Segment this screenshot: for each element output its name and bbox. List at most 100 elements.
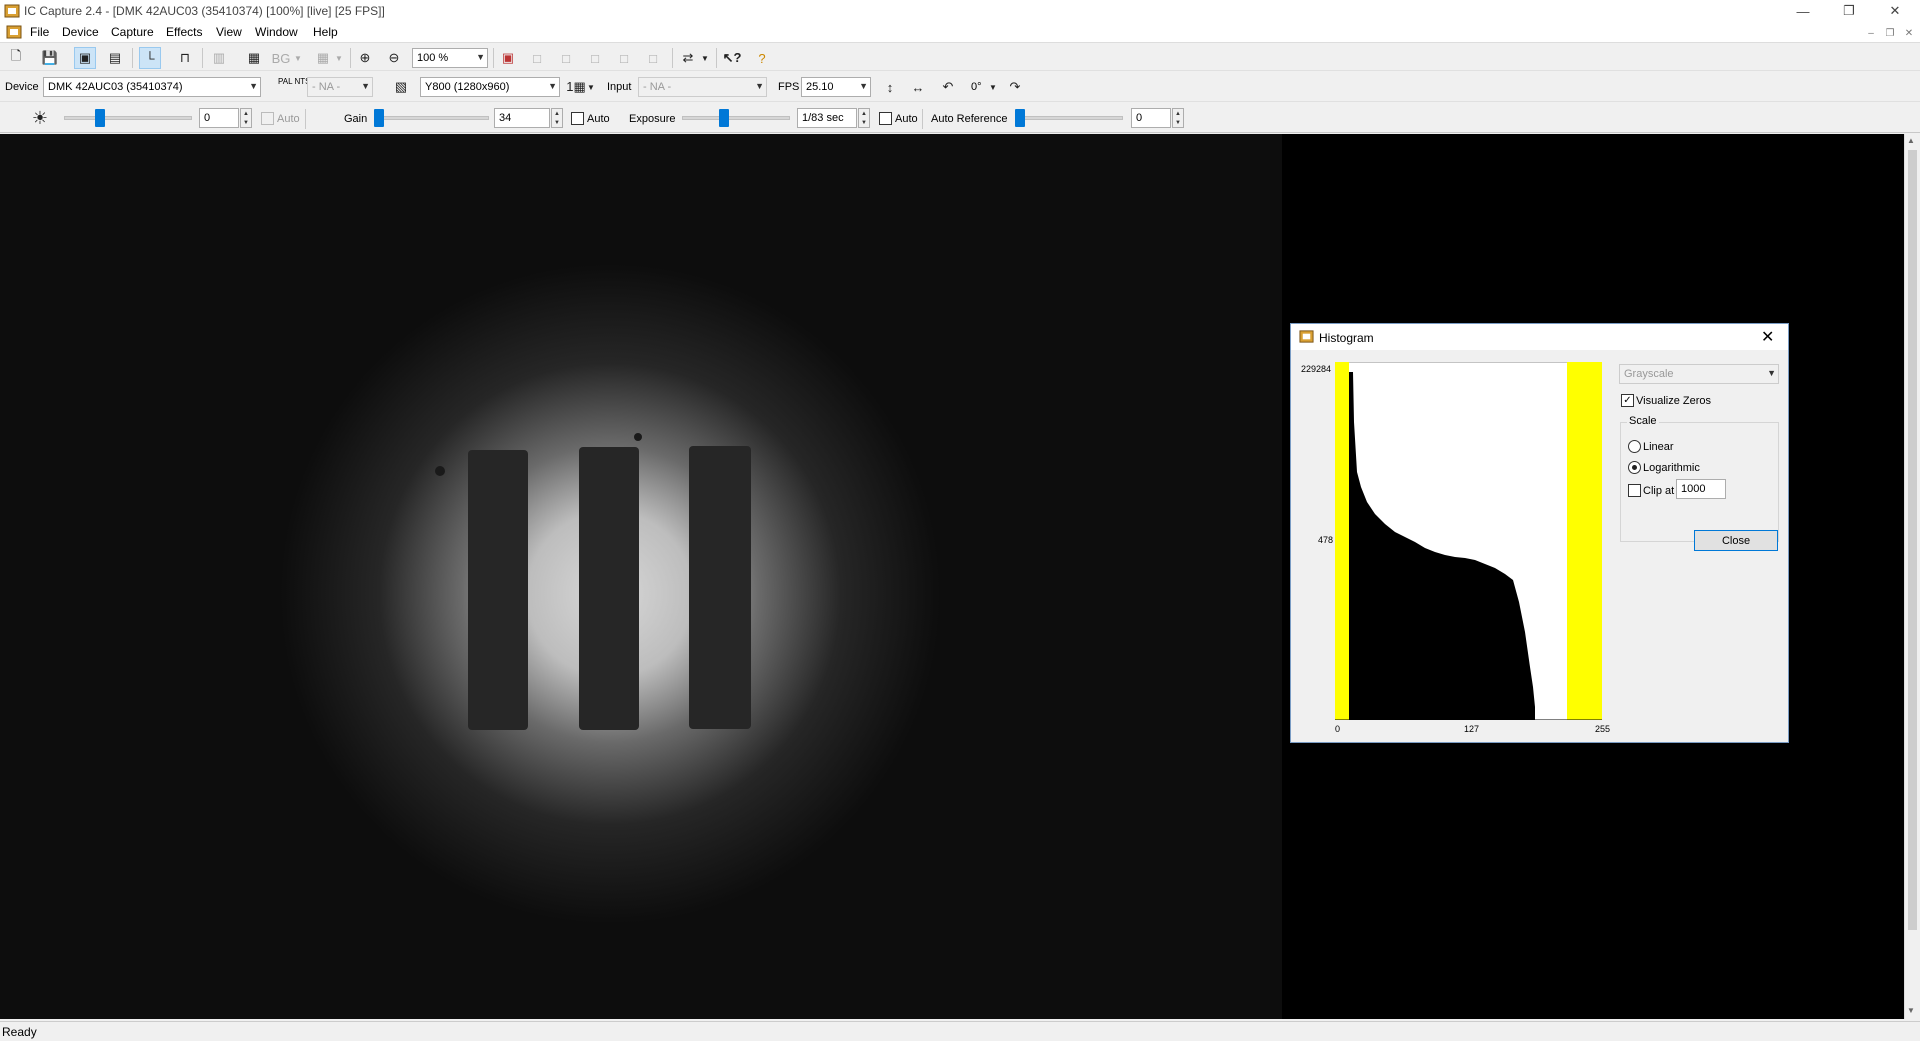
clip-at-input[interactable]: 1000 — [1676, 479, 1726, 499]
overlay-icon[interactable]: ▦ — [243, 47, 265, 69]
background-icon[interactable]: BG — [270, 47, 292, 69]
scrollbar-thumb[interactable] — [1908, 150, 1917, 930]
video-norm-select[interactable]: - NA - ▼ — [307, 77, 373, 97]
roi-expand-icon[interactable]: □ — [584, 47, 606, 69]
visualize-zeros-checkbox[interactable]: ✓ — [1621, 394, 1634, 407]
channel-select[interactable]: Grayscale ▼ — [1619, 364, 1779, 384]
chevron-down-icon: ▼ — [361, 81, 370, 91]
grid-icon[interactable]: ▦ — [312, 47, 334, 69]
scroll-down-icon[interactable]: ▼ — [1907, 1006, 1915, 1015]
vertical-scrollbar[interactable]: ▲ ▼ — [1904, 134, 1920, 1019]
scale-group-label: Scale — [1627, 415, 1659, 427]
chevron-down-icon[interactable]: ▼ — [585, 76, 597, 98]
device-toolbar: Device DMK 42AUC03 (35410374) ▼ PAL NTSC… — [0, 72, 1920, 102]
flip-horizontal-icon[interactable]: ↔ — [907, 76, 929, 98]
brightness-slider-track[interactable] — [64, 116, 192, 120]
gain-spinner[interactable]: ▲ ▼ — [551, 108, 563, 128]
brightness-spinner[interactable]: ▲ ▼ — [240, 108, 252, 128]
linear-radio[interactable] — [1628, 440, 1641, 453]
vdr-icon[interactable]: ▥ — [208, 47, 230, 69]
chevron-down-icon[interactable]: ▼ — [987, 76, 999, 98]
gain-slider-thumb[interactable] — [374, 109, 384, 127]
chevron-down-icon: ▼ — [1767, 368, 1776, 378]
rotate-right-icon[interactable]: ↷ — [1004, 76, 1026, 98]
auto-reference-input[interactable]: 0 — [1131, 108, 1171, 128]
scroll-up-icon[interactable]: ▲ — [1907, 136, 1915, 145]
zoom-out-icon[interactable]: ⊖ — [383, 47, 405, 69]
menu-capture[interactable]: Capture — [111, 25, 154, 39]
menu-help[interactable]: Help — [313, 25, 338, 39]
trigger-icon[interactable]: ⊓ — [174, 47, 196, 69]
close-icon[interactable]: ✕ — [1761, 327, 1774, 347]
exposure-auto-checkbox[interactable] — [879, 112, 892, 125]
menu-view[interactable]: View — [216, 25, 242, 39]
exposure-spinner[interactable]: ▲ ▼ — [858, 108, 870, 128]
auto-reference-slider-track[interactable] — [1015, 116, 1123, 120]
gain-slider-track[interactable] — [374, 116, 489, 120]
toolbar-separator — [132, 48, 133, 68]
toolbar-separator — [493, 48, 494, 68]
rotate-left-icon[interactable]: ↶ — [937, 76, 959, 98]
roi-icon[interactable]: ▣ — [497, 47, 519, 69]
exposure-slider-thumb[interactable] — [719, 109, 729, 127]
brightness-input[interactable]: 0 — [199, 108, 239, 128]
status-text: Ready — [2, 1025, 37, 1039]
auto-reference-spinner[interactable]: ▲ ▼ — [1172, 108, 1184, 128]
new-file-icon[interactable]: 🗋 — [5, 47, 27, 69]
video-norm-value: - NA - — [312, 81, 341, 93]
histogram-dialog-titlebar[interactable]: Histogram ✕ — [1291, 324, 1788, 350]
zoom-in-icon[interactable]: ⊕ — [354, 47, 376, 69]
auto-reference-slider-thumb[interactable] — [1015, 109, 1025, 127]
input-select[interactable]: - NA - ▼ — [638, 77, 767, 97]
exposure-slider-track[interactable] — [682, 116, 790, 120]
mdi-minimize-icon[interactable]: ‒ — [1863, 26, 1879, 40]
histogram-low-highlight — [1335, 362, 1349, 720]
share-icon[interactable]: ⇄ — [677, 47, 699, 69]
close-window-button[interactable]: ✕ — [1872, 0, 1918, 22]
flip-vertical-icon[interactable]: ↕ — [879, 76, 901, 98]
help-icon[interactable]: ? — [751, 47, 773, 69]
brightness-auto-checkbox[interactable] — [261, 112, 274, 125]
rotation-value[interactable]: 0° — [971, 81, 982, 93]
close-button[interactable]: Close — [1694, 530, 1778, 551]
menu-window[interactable]: Window — [255, 25, 298, 39]
roi-center-icon[interactable]: □ — [555, 47, 577, 69]
device-value: DMK 42AUC03 (35410374) — [48, 81, 183, 93]
roi-reset-icon[interactable]: □ — [642, 47, 664, 69]
mdi-doc-icon[interactable] — [6, 24, 22, 40]
menu-file[interactable]: File — [30, 25, 49, 39]
roi-shrink-icon[interactable]: □ — [613, 47, 635, 69]
minimize-button[interactable]: — — [1780, 0, 1826, 22]
menu-device[interactable]: Device — [62, 25, 99, 39]
brightness-slider-thumb[interactable] — [95, 109, 105, 127]
video-format-icon[interactable]: ▧ — [390, 76, 412, 98]
histogram-icon[interactable]: └ — [139, 47, 161, 69]
gain-auto-checkbox[interactable] — [571, 112, 584, 125]
clip-at-checkbox[interactable] — [1628, 484, 1641, 497]
fps-select[interactable]: 25.10 ▼ — [801, 77, 871, 97]
snapshot-icon[interactable]: ▤ — [104, 47, 126, 69]
gain-input[interactable]: 34 — [494, 108, 550, 128]
chevron-down-icon[interactable]: ▼ — [333, 47, 345, 69]
zoom-select[interactable]: 100 % ▼ — [412, 48, 488, 68]
exposure-input[interactable]: 1/83 sec — [797, 108, 857, 128]
video-format-select[interactable]: Y800 (1280x960) ▼ — [420, 77, 560, 97]
mdi-close-icon[interactable]: ✕ — [1901, 26, 1917, 40]
device-select[interactable]: DMK 42AUC03 (35410374) ▼ — [43, 77, 261, 97]
restore-button[interactable]: ❐ — [1826, 0, 1872, 22]
histogram-dialog: Histogram ✕ 229284 478 0 127 255 Graysca… — [1290, 323, 1789, 743]
context-help-icon[interactable]: ↖? — [721, 47, 743, 69]
mdi-restore-icon[interactable]: ❐ — [1882, 26, 1898, 40]
chevron-down-icon[interactable]: ▼ — [292, 47, 304, 69]
window-title: IC Capture 2.4 - [DMK 42AUC03 (35410374)… — [24, 4, 385, 18]
chevron-down-icon[interactable]: ▼ — [699, 47, 711, 69]
format-grid-icon[interactable]: 1▦ — [565, 76, 587, 98]
video-format-value: Y800 (1280x960) — [425, 81, 510, 93]
live-mode-icon[interactable]: ▣ — [74, 47, 96, 69]
menu-effects[interactable]: Effects — [166, 25, 202, 39]
save-icon[interactable]: 💾 — [39, 47, 61, 69]
logarithmic-radio[interactable] — [1628, 461, 1641, 474]
roi-move-icon[interactable]: □ — [526, 47, 548, 69]
live-video-frame[interactable] — [0, 134, 1282, 1019]
exposure-label: Exposure — [629, 113, 676, 125]
